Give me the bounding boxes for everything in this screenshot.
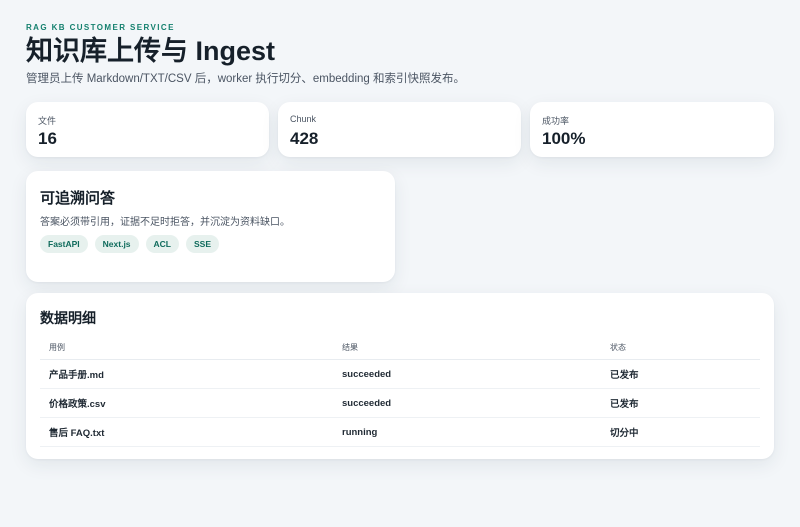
stat-label: 成功率 [542, 116, 570, 126]
stat-value: 16 [38, 129, 57, 148]
tag-nextjs: Next.js [94, 235, 139, 253]
tag-fastapi: FastAPI [40, 235, 88, 253]
stat-card-files: 文件 16 [26, 102, 269, 157]
feature-card: 可追溯问答 答案必须带引用，证据不足时拒答，并沉淀为资料缺口。 FastAPI … [26, 171, 395, 282]
table-title: 数据明细 [40, 310, 96, 326]
stat-label: Chunk [290, 114, 317, 124]
stat-value: 100% [542, 129, 586, 148]
stat-card-chunks: Chunk 428 [278, 102, 521, 157]
cell-case: 价格政策.csv [40, 388, 333, 418]
table-row: 价格政策.csv succeeded 已发布 [40, 388, 760, 418]
data-table-card: 数据明细 用例 结果 状态 产品手册.md succeeded 已发布 价格政策… [26, 293, 774, 459]
stat-value: 428 [290, 129, 319, 148]
column-header-case: 用例 [40, 335, 333, 360]
table-row: 售后 FAQ.txt running 切分中 [40, 417, 760, 447]
cell-status: 切分中 [601, 417, 760, 447]
cell-status: 已发布 [601, 359, 760, 389]
cell-status: 已发布 [601, 388, 760, 418]
stat-card-success-rate: 成功率 100% [530, 102, 774, 157]
page-subtitle: 管理员上传 Markdown/TXT/CSV 后，worker 执行切分、emb… [26, 73, 465, 85]
feature-description: 答案必须带引用，证据不足时拒答，并沉淀为资料缺口。 [40, 217, 290, 228]
cell-case: 售后 FAQ.txt [40, 417, 333, 447]
cell-case: 产品手册.md [40, 359, 333, 389]
column-header-result: 结果 [333, 335, 601, 360]
table-header-row: 用例 结果 状态 [40, 335, 760, 360]
cell-result: succeeded [333, 359, 601, 389]
cell-result: running [333, 417, 601, 447]
table-row: 产品手册.md succeeded 已发布 [40, 359, 760, 389]
stat-label: 文件 [38, 116, 57, 126]
tag-list: FastAPI Next.js ACL SSE [40, 235, 220, 253]
page-title: 知识库上传与 Ingest [26, 36, 276, 66]
cell-result: succeeded [333, 388, 601, 418]
tag-acl: ACL [145, 235, 180, 253]
tag-sse: SSE [186, 235, 220, 253]
app-eyebrow: RAG KB CUSTOMER SERVICE [26, 23, 175, 32]
data-table: 用例 结果 状态 产品手册.md succeeded 已发布 价格政策.csv … [40, 335, 760, 447]
feature-title: 可追溯问答 [40, 190, 116, 207]
column-header-status: 状态 [601, 335, 760, 360]
